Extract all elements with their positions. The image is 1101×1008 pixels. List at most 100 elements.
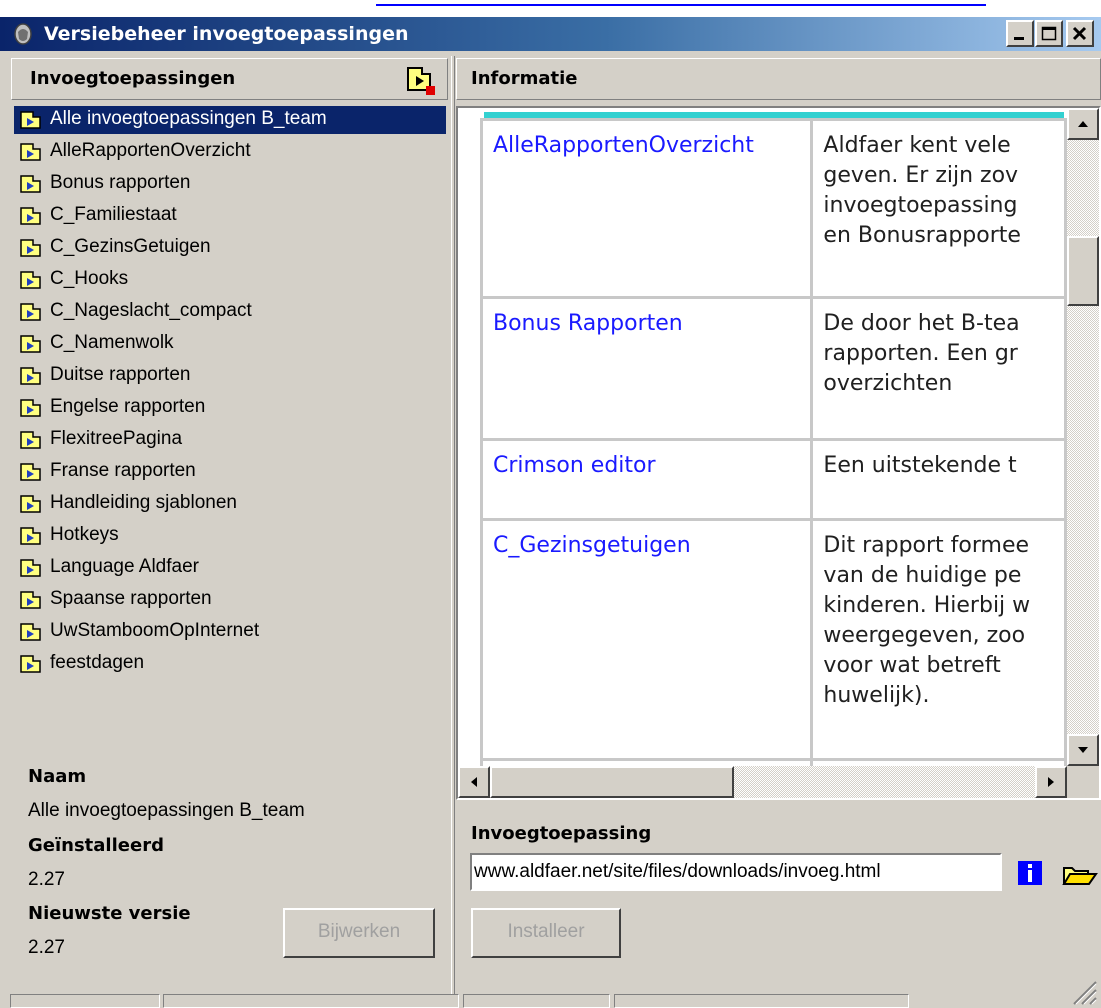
background-page-fragment [0, 0, 1101, 17]
naam-value: Alle invoegtoepassingen B_team [28, 800, 305, 821]
app-window: Versiebeheer invoegtoepassingen Invoegto… [0, 0, 1101, 1008]
plugin-list-item[interactable]: Spaanse rapporten [14, 586, 446, 614]
plugin-list-item[interactable]: C_Namenwolk [14, 330, 446, 358]
plugin-list-item[interactable]: C_GezinsGetuigen [14, 234, 446, 262]
horizontal-scroll-thumb[interactable] [490, 766, 734, 798]
plugin-list[interactable]: Alle invoegtoepassingen B_team AlleRappor… [11, 106, 448, 746]
information-content: AlleRapportenOverzicht Aldfaer kent vele g… [458, 108, 1067, 766]
app-icon [14, 23, 32, 45]
plugin-list-item[interactable]: Handleiding sjablonen [14, 490, 446, 518]
folder-open-icon[interactable] [1062, 862, 1098, 888]
close-button[interactable] [1066, 20, 1094, 47]
plugin-list-item[interactable]: Duitse rapporten [14, 362, 446, 390]
plugin-list-item[interactable]: Engelse rapporten [14, 394, 446, 422]
status-bar [0, 994, 1101, 1008]
plugin-info-link[interactable]: AlleRapportenOverzicht [479, 118, 814, 299]
plugin-info-link[interactable]: Crimson editor [479, 438, 814, 521]
description-line: Dit rapport formee [823, 533, 1030, 558]
plugin-list-item-label: Alle invoegtoepassingen B_team [50, 108, 327, 129]
bijwerken-button[interactable]: Bijwerken [283, 908, 435, 958]
plugin-list-item[interactable]: Alle invoegtoepassingen B_team [14, 106, 446, 134]
plugin-info-link-text[interactable]: AlleRapportenOverzicht [493, 133, 754, 158]
description-line: rapporten. Een gr [823, 341, 1018, 366]
plugin-icon [20, 111, 41, 129]
description-line: geven. Er zijn zov [823, 163, 1019, 188]
plugin-info-link-text[interactable]: Crimson editor [493, 453, 656, 478]
vertical-scroll-thumb[interactable] [1067, 236, 1099, 306]
plugin-list-item-label: C_Familiestaat [50, 204, 177, 225]
description-line: en Bonusrapporte [823, 223, 1021, 248]
plugin-info-description: Een uitstekende t [810, 438, 1067, 521]
plugin-list-item[interactable]: AlleRapportenOverzicht [14, 138, 446, 166]
plugins-header: Invoegtoepassingen [11, 58, 448, 100]
plugin-info-table: AlleRapportenOverzicht Aldfaer kent vele g… [479, 118, 1067, 766]
plugin-list-item[interactable]: Language Aldfaer [14, 554, 446, 582]
installeer-button[interactable]: Installeer [471, 908, 621, 958]
plugin-icon [20, 207, 41, 225]
plugin-list-item-label: C_Namenwolk [50, 332, 174, 353]
plugin-info-link[interactable]: Bonus Rapporten [479, 296, 814, 441]
vertical-scrollbar[interactable] [1067, 108, 1099, 766]
geinstalleerd-label: Geïnstalleerd [28, 835, 164, 856]
plugin-list-item[interactable]: FlexitreePagina [14, 426, 446, 454]
url-field[interactable] [470, 853, 1002, 891]
naam-label: Naam [28, 766, 87, 787]
plugin-icon [20, 655, 41, 673]
plugin-list-item[interactable]: C_Hooks [14, 266, 446, 294]
resize-grip-icon[interactable] [1068, 978, 1098, 1006]
scroll-down-button[interactable] [1067, 734, 1099, 766]
plugin-icon [20, 303, 41, 321]
arrow-right-icon [1048, 777, 1054, 787]
plugin-list-item[interactable]: Hotkeys [14, 522, 446, 550]
info-icon[interactable] [1017, 860, 1043, 886]
plugin-list-item-label: FlexitreePagina [50, 428, 183, 449]
description-line: weergegeven, zoo [823, 623, 1026, 648]
plugin-info-link-text[interactable]: Bonus Rapporten [493, 311, 683, 336]
pane-splitter[interactable] [451, 56, 455, 994]
title-bar[interactable]: Versiebeheer invoegtoepassingen [0, 17, 1101, 51]
plugin-icon [20, 495, 41, 513]
plugin-list-item[interactable]: C_Nageslacht_compact [14, 298, 446, 326]
plugin-icon [20, 463, 41, 481]
horizontal-scrollbar[interactable] [458, 766, 1067, 798]
plugin-list-item-label: C_Nageslacht_compact [50, 300, 252, 321]
plugin-list-item-label: AlleRapportenOverzicht [50, 140, 251, 161]
plugins-header-title: Invoegtoepassingen [30, 68, 236, 89]
plugin-list-item-label: Duitse rapporten [50, 364, 191, 385]
plugin-list-item[interactable]: Bonus rapporten [14, 170, 446, 198]
scroll-right-button[interactable] [1035, 766, 1067, 798]
plugin-list-item-label: Language Aldfaer [50, 556, 199, 577]
arrow-up-icon [1078, 121, 1088, 127]
plugin-list-item[interactable]: Franse rapporten [14, 458, 446, 486]
plugin-info-description: De door het B-tea rapporten. Een gr overzi… [810, 296, 1067, 441]
plugin-list-item[interactable]: feestdagen [14, 650, 446, 678]
window-title: Versiebeheer invoegtoepassingen [44, 23, 409, 45]
plugin-icon [20, 335, 41, 353]
status-panel-2 [163, 994, 459, 1008]
info-table-row: Crimson editor Een uitstekende t [479, 438, 1067, 521]
info-table-row: Bonus Rapporten De door het B-tea rapporte… [479, 296, 1067, 441]
geinstalleerd-value: 2.27 [28, 869, 65, 890]
plugin-list-item-label: Franse rapporten [50, 460, 196, 481]
plugin-icon [20, 399, 41, 417]
plugin-list-item-label: Spaanse rapporten [50, 588, 212, 609]
plugin-info-link-text[interactable]: C_Gezinsgetuigen [493, 533, 691, 558]
information-header-title: Informatie [471, 68, 578, 89]
url-input[interactable] [474, 859, 994, 885]
information-browser[interactable]: AlleRapportenOverzicht Aldfaer kent vele g… [456, 106, 1101, 800]
plugin-list-item[interactable]: C_Familiestaat [14, 202, 446, 230]
description-line: kinderen. Hierbij w [823, 593, 1031, 618]
plugin-info-link[interactable]: C_Gezinsgetuigen [479, 518, 814, 761]
minimize-button[interactable] [1006, 20, 1034, 47]
plugin-icon [20, 527, 41, 545]
nieuwste-versie-label: Nieuwste versie [28, 903, 191, 924]
plugin-icon [20, 623, 41, 641]
scroll-up-button[interactable] [1067, 108, 1099, 140]
plugin-list-item[interactable]: UwStamboomOpInternet [14, 618, 446, 646]
maximize-button[interactable] [1035, 20, 1063, 47]
scroll-left-button[interactable] [458, 766, 490, 798]
status-panel-1 [10, 994, 160, 1008]
description-line: huwelijk). [823, 683, 930, 708]
close-icon [1072, 26, 1087, 41]
plugin-add-icon[interactable] [402, 64, 438, 96]
